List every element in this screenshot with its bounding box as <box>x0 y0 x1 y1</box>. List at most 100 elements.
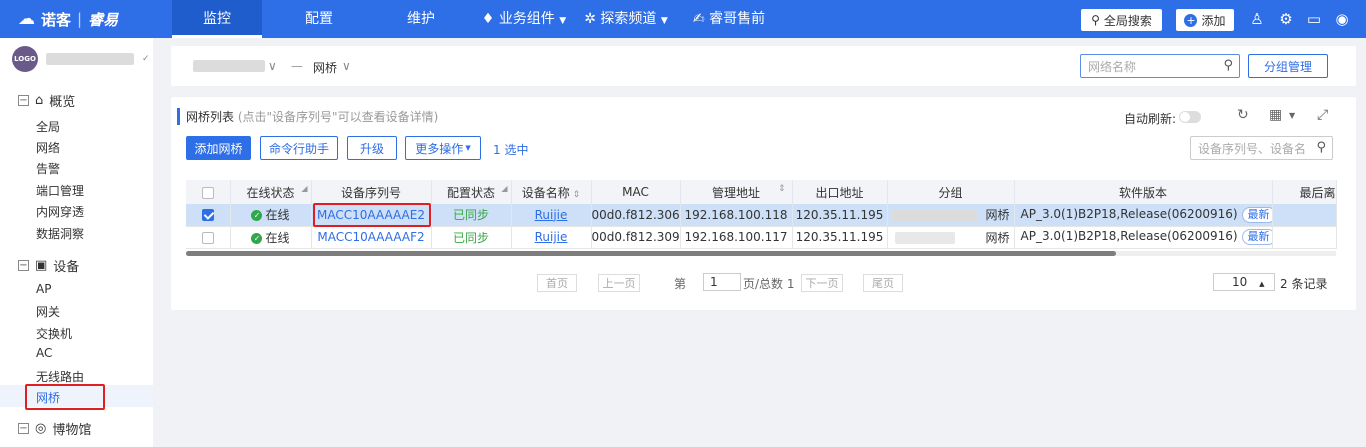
sidebar-item-network[interactable]: 网络 <box>36 139 60 156</box>
org-logo: LOGO <box>12 46 38 72</box>
search-icon[interactable]: ⚲ <box>1316 140 1326 155</box>
row-exit-ip: 120.35.11.195 <box>792 226 888 249</box>
command-helper-button[interactable]: 命令行助手 <box>260 136 338 160</box>
header-online-status[interactable]: 在线状态 ◢ <box>230 180 312 204</box>
row-group: 网桥 <box>985 208 1010 223</box>
page-size-select[interactable]: 10 ▲ <box>1213 273 1275 291</box>
chevron-down-icon[interactable]: ∨ <box>342 59 351 73</box>
search-icon[interactable]: ⚲ <box>1223 58 1233 73</box>
sidebar-section-overview[interactable]: − ⌂ 概览 <box>18 91 75 110</box>
row-mac: 00d0.f812.3065 <box>591 204 681 227</box>
org-name-redacted <box>46 53 134 65</box>
add-button[interactable]: + 添加 <box>1176 9 1234 31</box>
sidebar-item-intranet[interactable]: 内网穿透 <box>36 203 84 220</box>
selected-count: 1 选中 <box>493 143 529 157</box>
auto-refresh-label: 自动刷新: <box>1124 112 1177 126</box>
header-version[interactable]: 软件版本 <box>1014 180 1273 204</box>
add-bridge-button[interactable]: 添加网桥 <box>186 136 251 160</box>
checkbox-icon[interactable] <box>201 186 214 199</box>
nav-presale[interactable]: ✍ 睿哥售前 <box>688 0 770 38</box>
pager-records: 2 条记录 <box>1280 277 1328 291</box>
refresh-icon[interactable]: ↻ <box>1237 107 1249 123</box>
global-search-button[interactable]: ⚲ 全局搜索 <box>1081 9 1162 31</box>
sidebar-item-alarm[interactable]: 告警 <box>36 160 60 177</box>
header-exit-ip[interactable]: 出口地址 <box>792 180 888 204</box>
sidebar-item-gateway[interactable]: 网关 <box>36 303 60 320</box>
sidebar-section-overview-label: 概览 <box>49 95 76 110</box>
pager-page-label: 第 <box>674 277 687 291</box>
sort-icon[interactable]: ⇕ <box>778 184 786 194</box>
collapse-icon[interactable]: − <box>18 423 29 434</box>
pager-page-input[interactable]: 1 <box>703 273 741 291</box>
network-search-input[interactable]: 网络名称 ⚲ <box>1080 54 1240 78</box>
pager-prev[interactable]: 上一页 <box>598 274 640 292</box>
chevron-down-icon[interactable]: ∨ <box>268 59 277 73</box>
sort-icon[interactable]: ◢ <box>501 184 507 193</box>
collapse-icon[interactable]: − <box>18 95 29 106</box>
fullscreen-icon[interactable]: ⤢ <box>1317 107 1328 123</box>
sort-icon[interactable]: ◢ <box>301 184 307 193</box>
sidebar-section-device[interactable]: − ▣ 设备 <box>18 256 79 275</box>
caret-down-icon[interactable]: ▼ <box>1289 111 1295 120</box>
sidebar-item-ap[interactable]: AP <box>36 282 51 296</box>
pager-next[interactable]: 下一页 <box>801 274 843 292</box>
sidebar-item-ac[interactable]: AC <box>36 346 52 360</box>
row-checkbox[interactable] <box>201 209 214 222</box>
header-serial[interactable]: 设备序列号 <box>311 180 432 204</box>
sidebar-item-wireless-router[interactable]: 无线路由 <box>36 368 84 385</box>
row-device-name-link[interactable]: Ruijie <box>535 208 568 222</box>
header-last-offline[interactable]: 最后离 <box>1272 180 1337 204</box>
nav-biz-components[interactable]: ♦ 业务组件 ▼ <box>478 0 570 38</box>
header-mgmt-ip[interactable]: 管理地址 ⇕ <box>680 180 793 204</box>
highlight-box-sidebar-bridge <box>25 384 105 410</box>
collapse-icon[interactable]: − <box>18 260 29 271</box>
more-actions-button[interactable]: 更多操作 ▼ <box>405 136 481 160</box>
row-checkbox[interactable] <box>201 231 214 244</box>
table-row[interactable]: ✓ 在线 MACC10AAAAAF2 已同步 Ruijie 00d0.f812.3… <box>186 226 1337 249</box>
header-select-all[interactable] <box>186 180 231 204</box>
org-selector[interactable]: LOGO ✓ <box>12 46 150 72</box>
header-device-name[interactable]: 设备名称 ⇕ <box>511 180 592 204</box>
header-config-status[interactable]: 配置状态 ◢ <box>431 180 512 204</box>
upgrade-button[interactable]: 升级 <box>347 136 397 160</box>
sort-icon[interactable]: ⇕ <box>570 190 581 200</box>
sidebar-item-global[interactable]: 全局 <box>36 118 60 135</box>
horizontal-scrollbar[interactable] <box>186 251 1336 256</box>
brand-logo[interactable]: ☁ 诺客 | 睿易 <box>18 0 118 38</box>
device-search-input[interactable]: 设备序列号、设备名 ⚲ <box>1190 136 1333 160</box>
message-icon[interactable]: ▭ <box>1305 10 1323 28</box>
row-mac: 00d0.f812.3095 <box>591 226 681 249</box>
home-icon: ⌂ <box>35 93 44 108</box>
robot-icon[interactable]: ♙ <box>1248 10 1266 28</box>
header-label: 管理地址 <box>711 185 760 200</box>
gear-icon[interactable]: ⚙ <box>1277 10 1295 28</box>
sidebar-item-switch[interactable]: 交换机 <box>36 325 72 342</box>
nav-tab-config[interactable]: 配置 <box>274 0 364 38</box>
row-status: 在线 <box>265 230 290 245</box>
user-icon[interactable]: ◉ <box>1333 10 1351 28</box>
nav-tab-monitor[interactable]: 监控 <box>172 0 262 38</box>
grid-columns-icon[interactable]: ▦ <box>1269 107 1282 123</box>
nav-explore[interactable]: ✲ 探索频道 ▼ <box>580 0 672 38</box>
header-mac[interactable]: MAC <box>591 180 681 204</box>
sidebar-item-port-mgmt[interactable]: 端口管理 <box>36 182 84 199</box>
sidebar-item-insight[interactable]: 数据洞察 <box>36 225 84 242</box>
pager-total: 页/总数 1 <box>743 277 795 291</box>
museum-icon: ◎ <box>35 421 47 436</box>
scrollbar-thumb[interactable] <box>186 251 1116 256</box>
sidebar-section-museum[interactable]: − ◎ 博物馆 <box>18 419 91 438</box>
row-device-name-link[interactable]: Ruijie <box>535 230 568 244</box>
nav-tab-maintain[interactable]: 维护 <box>376 0 466 38</box>
sidebar-section-device-label: 设备 <box>53 260 80 275</box>
pager-first[interactable]: 首页 <box>537 274 577 292</box>
pager-last[interactable]: 尾页 <box>863 274 903 292</box>
network-name-redacted[interactable] <box>193 60 265 72</box>
breadcrumb-current[interactable]: 网桥 <box>313 59 337 76</box>
header-group[interactable]: 分组 <box>887 180 1015 204</box>
device-search-placeholder: 设备序列号、设备名 <box>1198 141 1307 156</box>
plus-circle-icon: + <box>1184 13 1198 27</box>
auto-refresh-toggle[interactable] <box>1179 111 1201 123</box>
group-manage-button[interactable]: 分组管理 <box>1248 54 1328 78</box>
row-serial-link[interactable]: MACC10AAAAAF2 <box>317 230 424 244</box>
chevron-down-icon: ✓ <box>142 54 150 64</box>
